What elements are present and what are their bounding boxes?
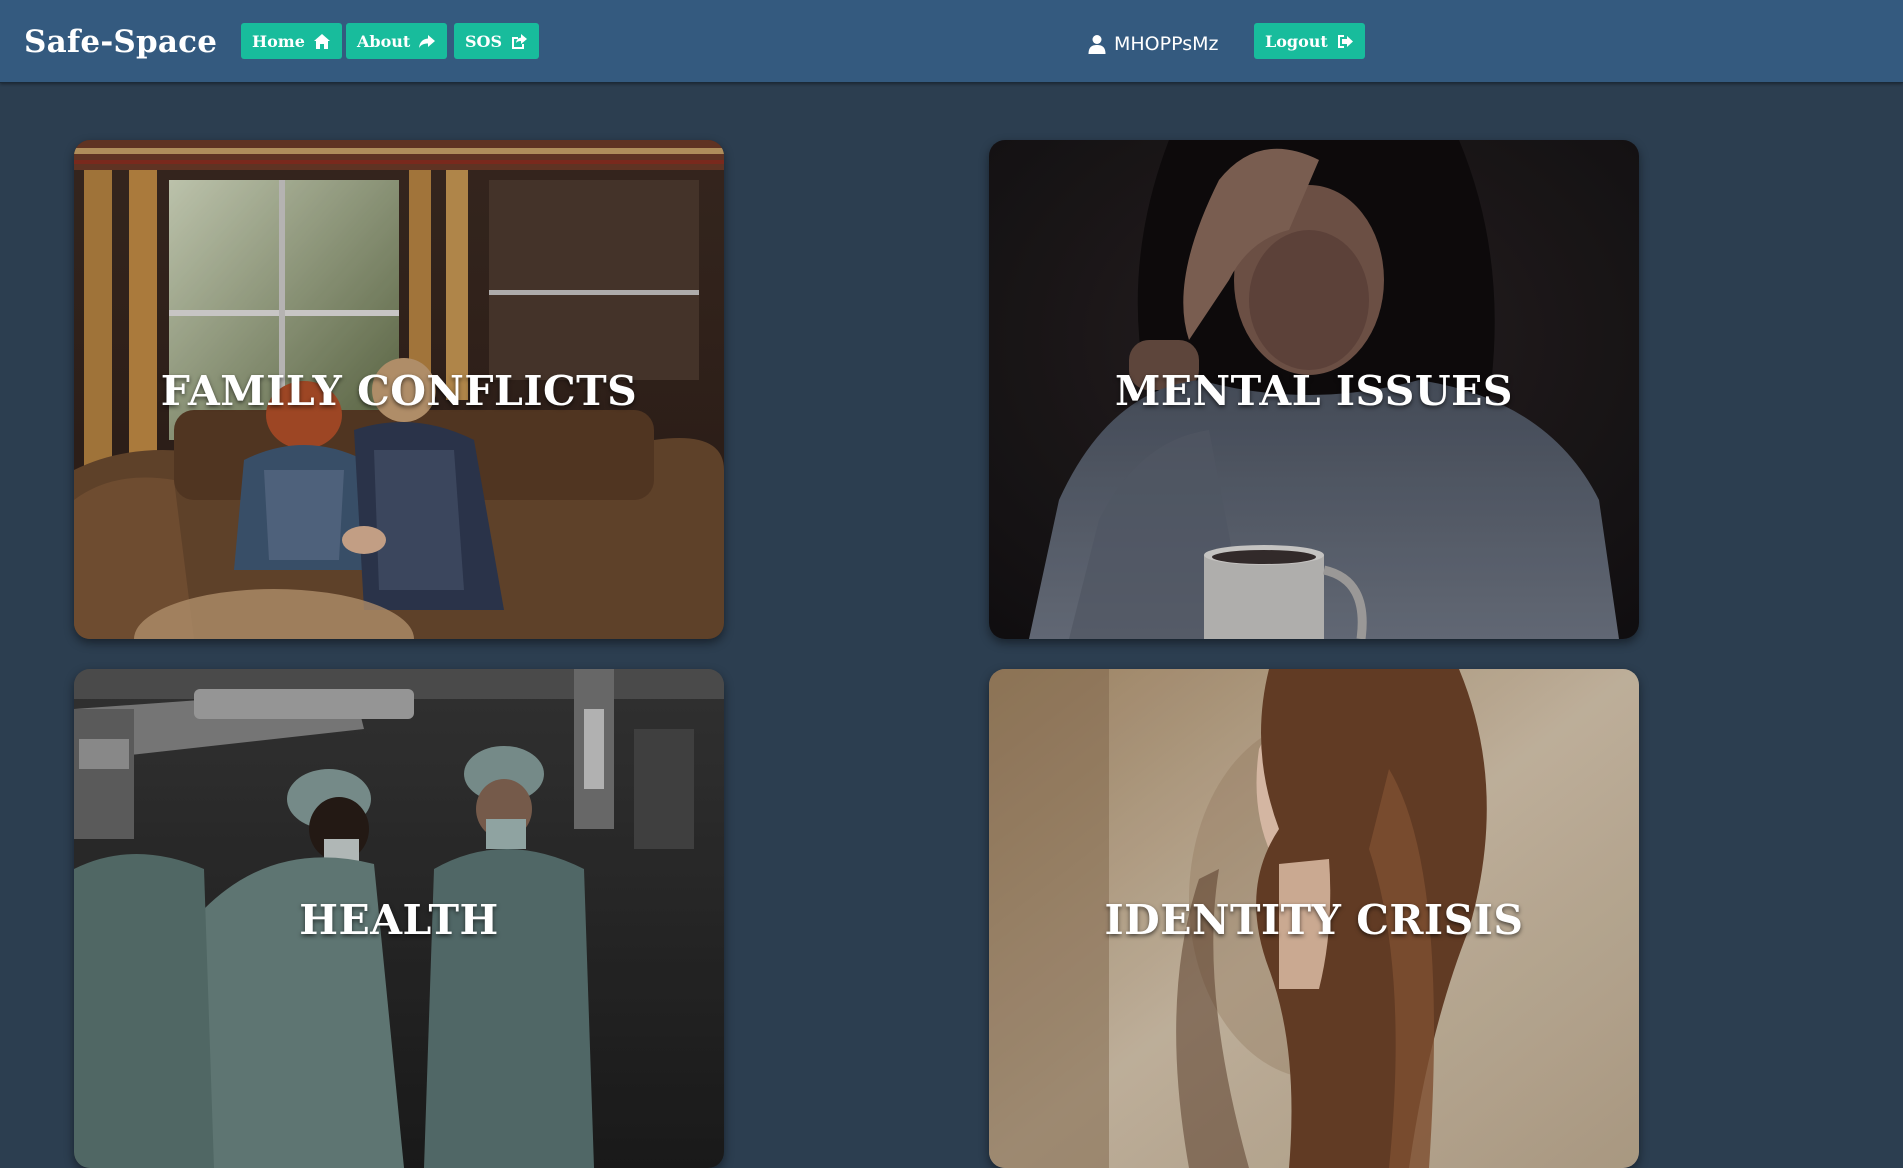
card-title: HEALTH [299,896,499,944]
navbar: Safe-Space Home About SOS MHOPPsMz Logou… [0,0,1903,83]
about-button-label: About [357,31,411,51]
sos-button-label: SOS [465,31,503,51]
sos-button[interactable]: SOS [454,23,540,59]
category-card-family-conflicts[interactable]: FAMILY CONFLICTS [74,140,724,639]
username: MHOPPsMz [1114,33,1219,55]
user-icon [1088,34,1106,54]
external-share-icon [510,33,528,50]
logout-icon [1336,33,1354,50]
about-button[interactable]: About [346,23,448,59]
card-title: IDENTITY CRISIS [1104,896,1524,944]
logout-button-label: Logout [1265,31,1328,51]
home-button-label: Home [252,31,305,51]
category-card-health[interactable]: HEALTH [74,669,724,1168]
card-title: FAMILY CONFLICTS [160,367,638,415]
category-card-identity-crisis[interactable]: IDENTITY CRISIS [989,669,1639,1168]
share-arrow-icon [418,34,436,49]
home-icon [313,33,331,50]
brand-logo[interactable]: Safe-Space [24,24,217,60]
user-menu[interactable]: MHOPPsMz [1088,33,1218,55]
logout-button[interactable]: Logout [1254,23,1365,59]
category-card-mental-issues[interactable]: MENTAL ISSUES [989,140,1639,639]
home-button[interactable]: Home [241,23,342,59]
card-title: MENTAL ISSUES [1115,367,1513,415]
